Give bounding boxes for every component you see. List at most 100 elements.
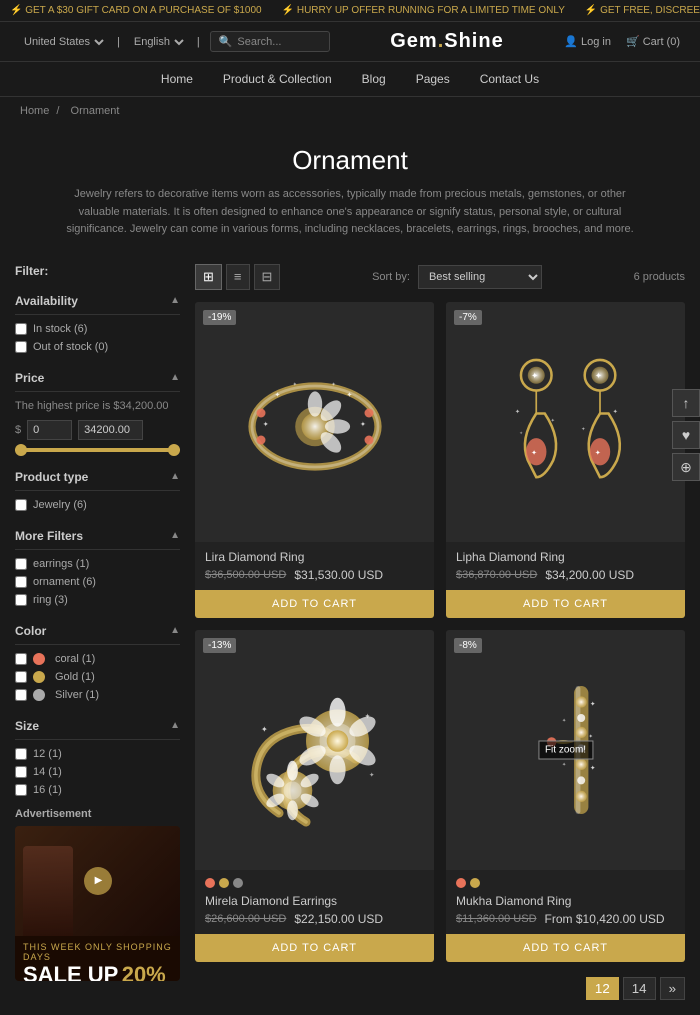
nav-contact[interactable]: Contact Us: [480, 72, 539, 86]
size-header[interactable]: Size ▲: [15, 713, 180, 740]
size12-checkbox[interactable]: [15, 748, 27, 760]
marquee-item-3: ⚡ GET FREE, DISCREET SHIPPING ON ORDERS …: [585, 5, 700, 16]
price-min-input[interactable]: [27, 420, 72, 440]
availability-outofstock: Out of stock (0): [15, 341, 180, 353]
page-btn-next[interactable]: »: [660, 977, 685, 1000]
product-name-4: Mukha Diamond Ring: [456, 894, 675, 908]
product-info-3: Mirela Diamond Earrings $26,600.00 USD $…: [195, 870, 434, 926]
svg-text:✦: ✦: [331, 382, 336, 388]
jewelry-checkbox[interactable]: [15, 499, 27, 511]
add-to-cart-btn-3[interactable]: ADD TO CART: [195, 934, 434, 962]
product-prices-4: $11,360.00 USD From $10,420.00 USD: [456, 912, 675, 926]
product-price-new-2: $34,200.00 USD: [545, 568, 634, 582]
product-svg-1: ✦ ✦ ✦ ✦ ✦ ✦: [225, 332, 405, 512]
price-slider-left-handle[interactable]: [15, 444, 27, 456]
sort-label: Sort by:: [372, 271, 410, 283]
advertisement-section: Advertisement THIS WEEK ONLY SHOPPING DA…: [15, 808, 180, 981]
nav-products[interactable]: Product & Collection: [223, 72, 332, 86]
filter-label: Filter:: [15, 264, 180, 278]
availability-header[interactable]: Availability ▲: [15, 288, 180, 315]
add-to-cart-btn-2[interactable]: ADD TO CART: [446, 590, 685, 618]
breadcrumb-home[interactable]: Home: [20, 105, 49, 117]
instock-checkbox[interactable]: [15, 323, 27, 335]
sort-select[interactable]: Best selling Price: Low to High Price: H…: [418, 265, 542, 289]
earrings-checkbox[interactable]: [15, 558, 27, 570]
swatch-gold-3: [219, 878, 229, 888]
outofstock-label: Out of stock (0): [33, 341, 108, 353]
header-right: 👤 Log in 🛒 Cart (0): [564, 35, 680, 48]
view-compact-button[interactable]: ⊟: [254, 264, 281, 290]
marquee-bar: ⚡ GET A $30 GIFT CARD ON A PURCHASE OF $…: [0, 0, 700, 22]
coral-checkbox[interactable]: [15, 653, 27, 665]
view-list-button[interactable]: ≡: [226, 264, 250, 290]
outofstock-checkbox[interactable]: [15, 341, 27, 353]
scroll-top-button[interactable]: ↑: [672, 389, 700, 417]
search-bar[interactable]: 🔍 Search...: [210, 31, 330, 52]
zoom-indicator: Fit zoom!: [538, 740, 593, 759]
ad-week-text: THIS WEEK ONLY SHOPPING DAYS: [23, 942, 172, 962]
cart-label: Cart (0): [643, 36, 680, 48]
ad-sale-text: SALE UP 20%: [23, 962, 172, 981]
price-slider[interactable]: [15, 448, 180, 452]
svg-text:✦: ✦: [346, 390, 352, 399]
ad-play-button[interactable]: [84, 867, 112, 895]
sort-area: Sort by: Best selling Price: Low to High…: [372, 265, 542, 289]
page-btn-12[interactable]: 12: [586, 977, 619, 1000]
price-arrow: ▲: [170, 372, 180, 383]
nav-home[interactable]: Home: [161, 72, 193, 86]
ad-person: [23, 846, 73, 936]
svg-text:✦: ✦: [519, 431, 523, 436]
ornament-checkbox[interactable]: [15, 576, 27, 588]
breadcrumb: Home / Ornament: [0, 97, 700, 125]
color-header[interactable]: Color ▲: [15, 618, 180, 645]
view-grid-button[interactable]: ⊞: [195, 264, 222, 290]
product-name-2: Lipha Diamond Ring: [456, 550, 675, 564]
wishlist-button[interactable]: ♥: [672, 421, 700, 449]
add-to-cart-btn-1[interactable]: ADD TO CART: [195, 590, 434, 618]
product-type-header[interactable]: Product type ▲: [15, 464, 180, 491]
availability-section: Availability ▲ In stock (6) Out of stock…: [15, 288, 180, 353]
product-svg-2: ✦ ✦ ✦ ✦ ✦ ✦: [481, 322, 651, 522]
svg-text:✦: ✦: [594, 449, 600, 457]
availability-arrow: ▲: [170, 295, 180, 306]
size-12: 12 (1): [15, 748, 180, 760]
jewelry-label: Jewelry (6): [33, 499, 87, 511]
gold-checkbox[interactable]: [15, 671, 27, 683]
breadcrumb-separator: /: [56, 105, 62, 117]
more-filters-header[interactable]: More Filters ▲: [15, 523, 180, 550]
silver-checkbox[interactable]: [15, 689, 27, 701]
swatch-coral-4: [456, 878, 466, 888]
ad-sale-line2: 20%: [122, 962, 166, 981]
price-header[interactable]: Price ▲: [15, 365, 180, 392]
svg-text:✦: ✦: [262, 419, 268, 428]
view-buttons: ⊞ ≡ ⊟: [195, 264, 280, 290]
cart-link[interactable]: 🛒 Cart (0): [626, 35, 680, 48]
size-section: Size ▲ 12 (1) 14 (1) 16 (1): [15, 713, 180, 796]
login-link[interactable]: 👤 Log in: [564, 35, 611, 48]
size16-checkbox[interactable]: [15, 784, 27, 796]
zoom-button[interactable]: ⊕: [672, 453, 700, 481]
product-price-old-2: $36,870.00 USD: [456, 569, 537, 581]
cart-icon: 🛒: [626, 36, 640, 48]
add-to-cart-btn-4[interactable]: ADD TO CART: [446, 934, 685, 962]
coral-dot: [33, 653, 45, 665]
product-prices-2: $36,870.00 USD $34,200.00 USD: [456, 568, 675, 582]
divider2: |: [197, 36, 200, 48]
price-max-input[interactable]: [78, 420, 143, 440]
silver-dot: [33, 689, 45, 701]
content-area: ⊞ ≡ ⊟ Sort by: Best selling Price: Low t…: [195, 264, 685, 1000]
language-select[interactable]: English: [130, 35, 187, 49]
svg-text:✦: ✦: [531, 449, 537, 457]
breadcrumb-current: Ornament: [71, 105, 120, 117]
product-badge-4: -8%: [454, 638, 482, 653]
nav-pages[interactable]: Pages: [416, 72, 450, 86]
product-type-section: Product type ▲ Jewelry (6): [15, 464, 180, 511]
size14-checkbox[interactable]: [15, 766, 27, 778]
region-select[interactable]: United States: [20, 35, 107, 49]
svg-text:✦: ✦: [562, 762, 566, 768]
ring-checkbox[interactable]: [15, 594, 27, 606]
nav-blog[interactable]: Blog: [362, 72, 386, 86]
page-btn-14[interactable]: 14: [623, 977, 656, 1000]
price-slider-right-handle[interactable]: [168, 444, 180, 456]
logo: Gem.Shine: [390, 30, 503, 53]
